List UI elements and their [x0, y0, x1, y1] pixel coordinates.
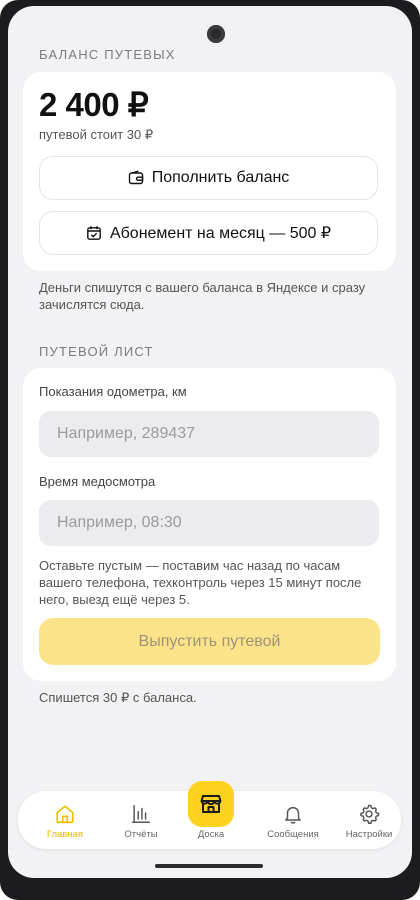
- wallet-icon: [128, 170, 143, 185]
- home-icon: [56, 805, 74, 824]
- balance-note: Деньги спишутся с вашего баланса в Яндек…: [39, 280, 366, 312]
- medcheck-time-input[interactable]: [55, 513, 379, 533]
- medcheck-field[interactable]: [39, 500, 379, 546]
- subscription-button[interactable]: Абонемент на месяц — 500 ₽: [39, 211, 378, 255]
- nav-messages[interactable]: Сообщения: [258, 803, 328, 840]
- nav-messages-label: Сообщения: [267, 829, 319, 840]
- bell-icon: [285, 806, 301, 824]
- issue-waybill-button[interactable]: Выпустить путевой: [39, 618, 380, 665]
- odometer-field[interactable]: [39, 411, 379, 457]
- nav-home[interactable]: Главная: [30, 803, 100, 840]
- medcheck-hint: Оставьте пустым — поставим час назад по …: [39, 558, 362, 607]
- nav-reports-label: Отчёты: [124, 829, 158, 840]
- nav-settings[interactable]: Настройки: [334, 803, 404, 840]
- balance-section-title: БАЛАНС ПУТЕВЫХ: [39, 47, 176, 62]
- app-screen: БАЛАНС ПУТЕВЫХ 2 400 ₽ путевой стоит 30 …: [8, 6, 412, 878]
- bottom-nav: Главная Отчёты Доска Сообщения Настройки: [18, 781, 404, 849]
- gear-icon: [360, 804, 380, 824]
- nav-home-label: Главная: [46, 829, 84, 840]
- top-up-label: Пополнить баланс: [151, 169, 290, 186]
- chart-icon: [132, 805, 150, 823]
- nav-board-label: Доска: [197, 829, 225, 840]
- waybill-card: Показания одометра, км Время медосмотра …: [23, 368, 396, 681]
- phone-frame: БАЛАНС ПУТЕВЫХ 2 400 ₽ путевой стоит 30 …: [0, 0, 420, 900]
- balance-card: 2 400 ₽ путевой стоит 30 ₽ Пополнить бал…: [23, 72, 396, 271]
- store-icon: [200, 795, 222, 813]
- subscription-label: Абонемент на месяц — 500 ₽: [109, 225, 332, 242]
- medcheck-label: Время медосмотра: [39, 474, 156, 489]
- waybill-price-note: путевой стоит 30 ₽: [39, 127, 154, 142]
- odometer-label: Показания одометра, км: [39, 384, 187, 399]
- waybill-section-title: ПУТЕВОЙ ЛИСТ: [39, 344, 154, 359]
- home-indicator[interactable]: [155, 864, 263, 868]
- front-camera: [207, 25, 225, 43]
- charge-note: Спишется 30 ₽ с баланса.: [39, 690, 197, 705]
- calendar-check-icon: [87, 226, 101, 240]
- nav-reports[interactable]: Отчёты: [106, 803, 176, 840]
- balance-amount: 2 400 ₽: [39, 86, 149, 123]
- odometer-input[interactable]: [55, 424, 379, 444]
- nav-settings-label: Настройки: [345, 829, 393, 840]
- top-up-button[interactable]: Пополнить баланс: [39, 156, 378, 200]
- nav-board[interactable]: [188, 781, 234, 827]
